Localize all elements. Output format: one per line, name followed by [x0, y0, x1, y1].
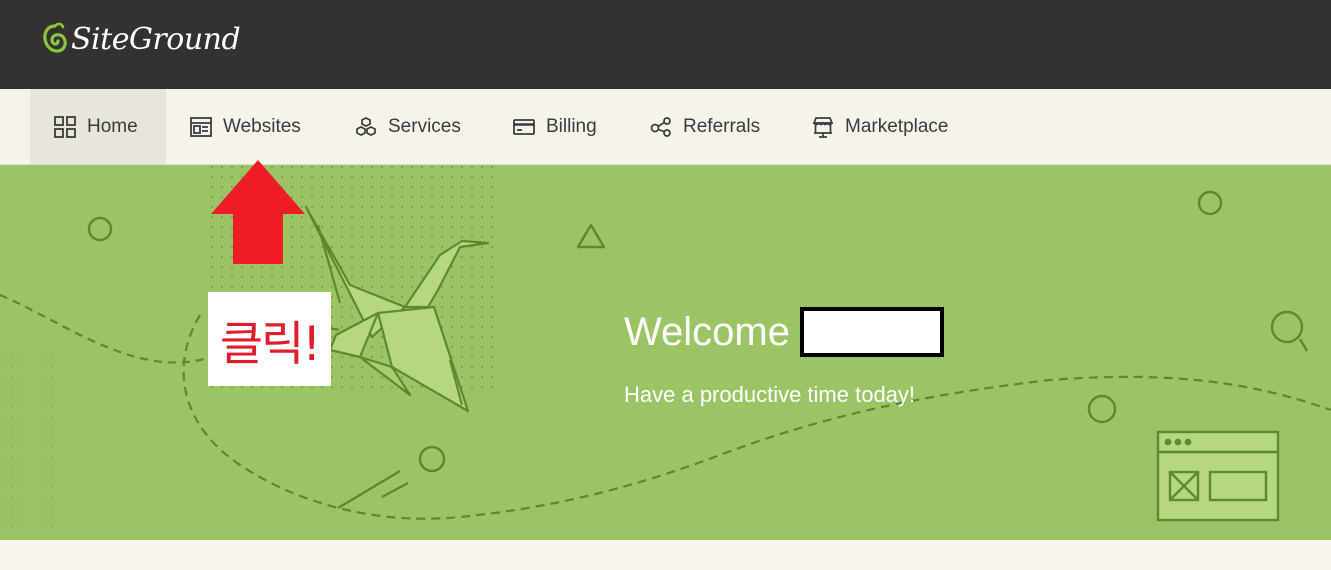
credit-card-icon — [513, 118, 535, 135]
top-bar: SiteGround — [0, 0, 1331, 89]
siteground-logo[interactable]: SiteGround — [42, 18, 241, 60]
browser-window-icon — [190, 116, 212, 137]
nav-item-websites[interactable]: Websites — [190, 89, 301, 164]
share-icon — [650, 116, 671, 137]
nav-item-home[interactable]: Home — [30, 89, 166, 164]
welcome-subtitle: Have a productive time today! — [624, 382, 916, 407]
welcome-text: Welcome — [624, 309, 790, 354]
dot-pattern-left — [0, 355, 60, 535]
redacted-username — [799, 307, 944, 357]
siteground-swirl-icon — [43, 22, 67, 53]
deco-tick — [1298, 338, 1309, 352]
motion-line-1 — [337, 469, 401, 510]
nav-item-billing[interactable]: Billing — [513, 89, 597, 164]
main-nav: Home Websites Services Billing Referrals — [0, 89, 1331, 165]
nav-item-services[interactable]: Services — [355, 89, 461, 164]
logo-text: SiteGround — [71, 21, 241, 57]
up-arrow-icon — [211, 160, 305, 264]
nav-item-referrals[interactable]: Referrals — [650, 89, 760, 164]
browser-window-illustration — [1156, 430, 1280, 522]
welcome-hero: Welcome Have a productive time today! — [0, 165, 1331, 540]
deco-circle-5 — [1270, 310, 1304, 344]
deco-circle-2 — [418, 445, 446, 473]
grid-icon — [54, 115, 76, 138]
deco-circle-3 — [1197, 190, 1223, 216]
deco-circle-4 — [1087, 394, 1117, 424]
deco-triangle — [576, 223, 606, 249]
storefront-icon — [812, 116, 834, 138]
content-area — [0, 540, 1331, 570]
nav-item-marketplace[interactable]: Marketplace — [812, 89, 949, 164]
nav-label-websites: Websites — [223, 115, 301, 137]
nav-label-billing: Billing — [546, 115, 597, 137]
cubes-icon — [356, 116, 376, 136]
nav-label-home: Home — [87, 115, 138, 137]
nav-label-services: Services — [388, 115, 461, 137]
deco-circle-1 — [87, 216, 113, 242]
motion-line-2 — [381, 481, 409, 499]
click-annotation-label: 클릭! — [208, 292, 331, 386]
nav-label-marketplace: Marketplace — [845, 115, 949, 137]
nav-label-referrals: Referrals — [683, 115, 761, 137]
welcome-heading: Welcome — [624, 307, 944, 357]
